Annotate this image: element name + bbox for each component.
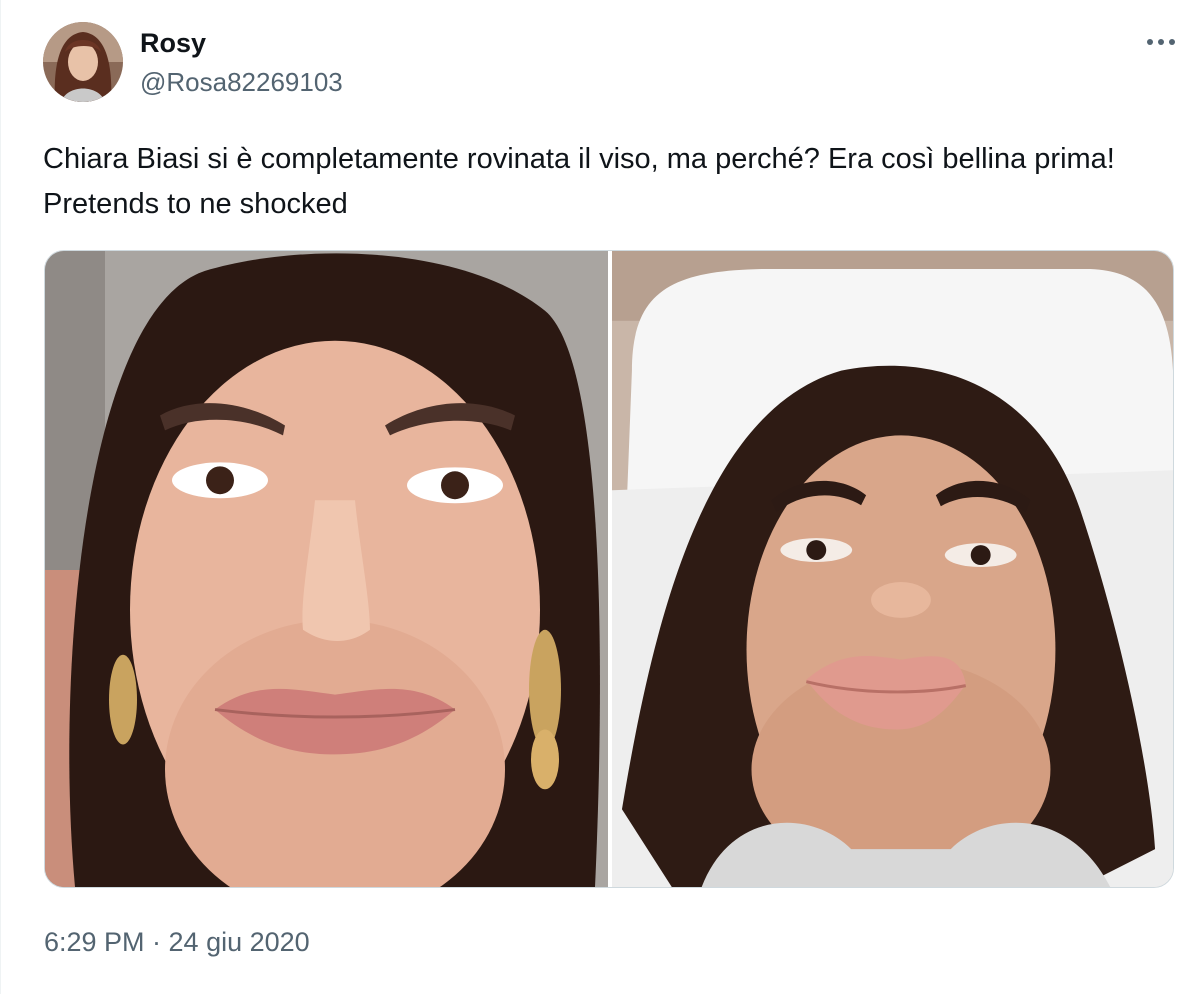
tweet-card: Rosy @Rosa82269103 Chiara Biasi si è com… — [0, 0, 1196, 994]
photo-after-image — [612, 251, 1173, 887]
author-handle[interactable]: @Rosa82269103 — [140, 66, 343, 98]
author-display-name[interactable]: Rosy — [140, 26, 206, 60]
tweet-timestamp[interactable]: 6:29 PM · 24 giu 2020 — [44, 924, 310, 960]
avatar[interactable] — [43, 22, 123, 102]
more-options-button[interactable] — [1138, 24, 1184, 60]
media-grid — [44, 250, 1174, 888]
more-horizontal-icon — [1147, 39, 1175, 45]
photo-before[interactable] — [45, 251, 608, 887]
avatar-image — [43, 22, 123, 102]
tweet-text: Chiara Biasi si è completamente rovinata… — [43, 143, 1115, 220]
photo-after[interactable] — [612, 251, 1173, 887]
photo-before-image — [45, 251, 608, 887]
